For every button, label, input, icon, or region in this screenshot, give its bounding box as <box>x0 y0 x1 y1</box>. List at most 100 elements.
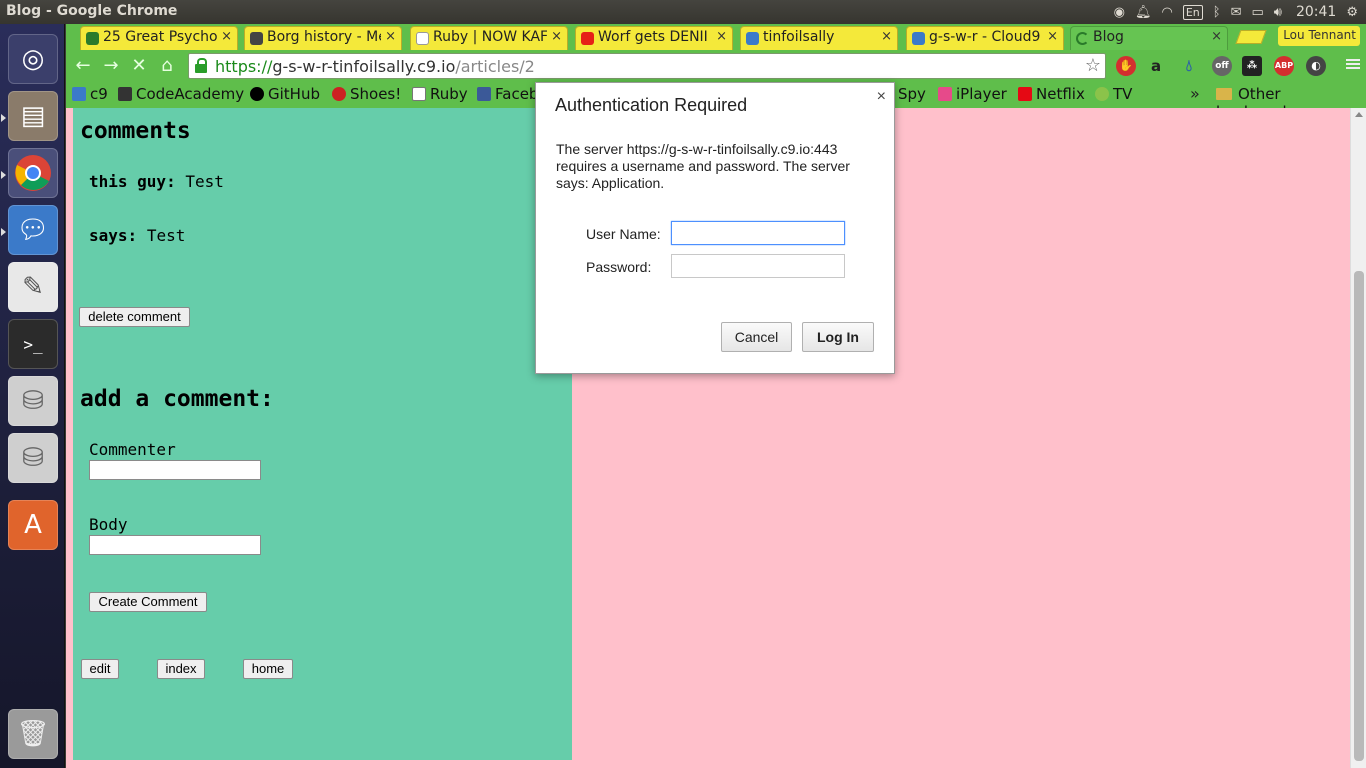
tab[interactable]: tinfoilsally × <box>740 26 898 50</box>
username-label: User Name: <box>586 226 661 242</box>
mail-icon[interactable]: ✉ <box>1231 5 1242 20</box>
folder-icon <box>1216 88 1232 100</box>
close-tab-icon[interactable]: × <box>221 29 232 44</box>
tab-favicon-icon <box>581 32 594 45</box>
loading-spinner-icon <box>1076 32 1089 45</box>
stop-extension-icon[interactable]: ✋ <box>1116 56 1136 76</box>
log-in-button[interactable]: Log In <box>802 322 874 352</box>
disk-drive-icon[interactable]: ⛁ <box>8 433 58 483</box>
settings-gear-icon[interactable]: ⚙ <box>1346 5 1358 20</box>
bookmark-facebook[interactable]: Faceb <box>477 85 538 103</box>
clock[interactable]: 20:41 <box>1296 4 1336 20</box>
notification-icon[interactable]: 🔔︎ <box>1135 5 1152 20</box>
window-title: Blog - Google Chrome <box>6 3 178 19</box>
close-tab-icon[interactable]: × <box>881 29 892 44</box>
body-label: Body <box>89 515 128 534</box>
wifi-icon[interactable]: ◠ <box>1162 5 1173 20</box>
profile-button[interactable]: Lou Tennant <box>1278 26 1360 46</box>
bookmark-iplayer[interactable]: iPlayer <box>938 85 1007 103</box>
close-icon[interactable]: × <box>877 88 886 106</box>
netflix-icon <box>1018 87 1032 101</box>
scroll-up-arrow-icon[interactable] <box>1355 112 1363 117</box>
new-tab-button[interactable] <box>1235 30 1267 44</box>
close-tab-icon[interactable]: × <box>1047 29 1058 44</box>
password-input[interactable] <box>671 254 845 278</box>
tab-active[interactable]: Blog × <box>1070 26 1228 50</box>
codeacademy-icon <box>118 87 132 101</box>
adblock-plus-icon[interactable]: ABP <box>1274 56 1294 76</box>
cloud9-icon <box>72 87 86 101</box>
bookmark-star-icon[interactable]: ☆ <box>1085 55 1101 76</box>
bookmark-shoes[interactable]: Shoes! <box>332 85 401 103</box>
pidgin-chat-icon[interactable]: 💬︎ <box>8 205 58 255</box>
tab[interactable]: 25 Great Psychol × <box>80 26 238 50</box>
off-extension-icon[interactable]: off <box>1212 56 1232 76</box>
tab-favicon-icon <box>86 32 99 45</box>
vertical-scrollbar[interactable] <box>1350 108 1366 768</box>
bookmark-ruby[interactable]: Ruby <box>412 85 468 103</box>
terminal-icon[interactable]: >_ <box>8 319 58 369</box>
tab[interactable]: Worf gets DENII × <box>575 26 733 50</box>
tab[interactable]: g-s-w-r - Cloud9 × <box>906 26 1064 50</box>
close-tab-icon[interactable]: × <box>716 29 727 44</box>
tv-play-icon <box>1095 87 1109 101</box>
address-bar[interactable]: https://g-s-w-r-tinfoilsally.c9.io/artic… <box>188 53 1106 79</box>
chrome-tray-icon[interactable]: ◉ <box>1114 5 1125 20</box>
battery-icon[interactable]: ▭ <box>1251 5 1263 20</box>
home-icon[interactable]: ⌂ <box>156 55 178 77</box>
text-editor-icon[interactable]: ✎ <box>8 262 58 312</box>
stop-loading-icon[interactable]: ✕ <box>128 55 150 77</box>
running-indicator <box>1 228 6 236</box>
system-top-panel: Blog - Google Chrome ◉ 🔔︎ ◠ En ᛒ ✉ ▭ 🔊︎ … <box>0 0 1366 24</box>
close-tab-icon[interactable]: × <box>385 29 396 44</box>
comments-heading: comments <box>80 118 191 144</box>
keyboard-layout-indicator[interactable]: En <box>1182 4 1203 20</box>
commenter-input[interactable] <box>89 460 261 480</box>
close-tab-icon[interactable]: × <box>551 29 562 44</box>
index-button[interactable]: index <box>157 659 205 679</box>
chrome-icon[interactable] <box>8 148 58 198</box>
create-comment-button[interactable]: Create Comment <box>89 592 207 612</box>
scrollbar-thumb[interactable] <box>1354 271 1364 761</box>
back-arrow-icon[interactable]: ← <box>72 55 94 77</box>
disk-drive-icon[interactable]: ⛁ <box>8 376 58 426</box>
tab-favicon-icon <box>416 32 429 45</box>
bookmark-codeacademy[interactable]: CodeAcademy <box>118 85 244 103</box>
tab[interactable]: Ruby | NOW KAF × <box>410 26 568 50</box>
ubuntu-dash-icon[interactable]: ◎ <box>8 34 58 84</box>
password-label: Password: <box>586 259 652 275</box>
article-panel: comments this guy: Test says: Test delet… <box>73 108 572 760</box>
username-input[interactable] <box>671 221 845 245</box>
unity-launcher: ◎ ▤ 💬︎ ✎ >_ ⛁ ⛁ A 🗑︎ <box>0 24 65 768</box>
bookmark-github[interactable]: GitHub <box>250 85 320 103</box>
extension-icon[interactable]: ◐ <box>1306 56 1326 76</box>
home-button[interactable]: home <box>243 659 293 679</box>
close-tab-icon[interactable]: × <box>1211 29 1222 44</box>
software-center-icon[interactable]: A <box>8 500 58 550</box>
tab-favicon-icon <box>250 32 263 45</box>
bluetooth-icon[interactable]: ᛒ <box>1213 5 1221 20</box>
delete-comment-button[interactable]: delete comment <box>79 307 190 327</box>
github-icon <box>250 87 264 101</box>
tab-strip: 25 Great Psychol × Borg history - Me × R… <box>66 24 1366 50</box>
commenter-label: Commenter <box>89 440 176 459</box>
chrome-menu-icon[interactable] <box>1346 57 1360 71</box>
bookmark-c9[interactable]: c9 <box>72 85 108 103</box>
volume-icon[interactable]: 🔊︎ <box>1274 5 1282 20</box>
blackberry-extension-icon[interactable]: ⁂ <box>1242 56 1262 76</box>
authentication-dialog: Authentication Required × The server htt… <box>535 82 895 374</box>
system-tray: ◉ 🔔︎ ◠ En ᛒ ✉ ▭ 🔊︎ 20:41 ⚙ <box>1114 2 1358 22</box>
amazon-extension-icon[interactable]: a <box>1146 56 1166 76</box>
files-icon[interactable]: ▤ <box>8 91 58 141</box>
tab-favicon-icon <box>746 32 759 45</box>
body-input[interactable] <box>89 535 261 555</box>
tab[interactable]: Borg history - Me × <box>244 26 402 50</box>
cancel-button[interactable]: Cancel <box>721 322 792 352</box>
forward-arrow-icon[interactable]: → <box>100 55 122 77</box>
bookmarks-overflow-chevron-icon[interactable]: » <box>1190 84 1200 103</box>
bookmark-netflix[interactable]: Netflix <box>1018 85 1085 103</box>
edit-button[interactable]: edit <box>81 659 119 679</box>
drop-extension-icon[interactable]: 💧︎ <box>1179 56 1199 76</box>
trash-icon[interactable]: 🗑︎ <box>8 709 58 759</box>
bookmark-tv[interactable]: TV <box>1095 85 1132 103</box>
